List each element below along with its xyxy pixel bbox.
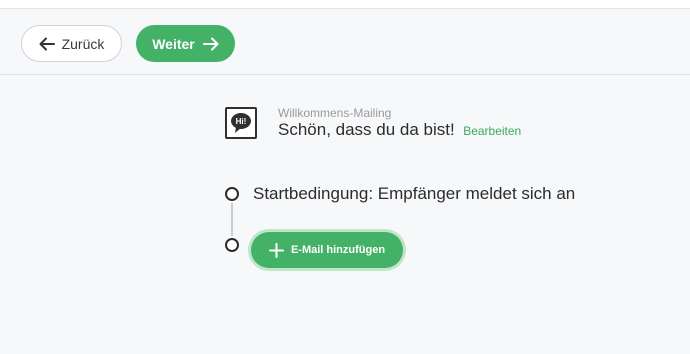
- edit-link[interactable]: Bearbeiten: [463, 124, 521, 138]
- next-button-label: Weiter: [152, 35, 195, 52]
- mailing-title: Schön, dass du da bist!: [278, 120, 455, 139]
- back-button[interactable]: Zurück: [21, 25, 122, 62]
- arrow-left-icon: [39, 37, 55, 51]
- flow-connector: [231, 203, 233, 236]
- toolbar: Zurück Weiter: [0, 10, 690, 75]
- plus-icon: [268, 242, 284, 258]
- speech-bubble-text: Hi!: [236, 117, 247, 126]
- next-button[interactable]: Weiter: [136, 25, 235, 62]
- speech-bubble-icon: Hi!: [225, 107, 257, 139]
- start-node: [225, 187, 239, 201]
- top-bar: [0, 0, 690, 9]
- mailing-subtitle: Willkommens-Mailing: [278, 106, 392, 120]
- back-button-label: Zurück: [61, 35, 105, 52]
- add-email-button[interactable]: E-Mail hinzufügen: [251, 232, 403, 268]
- mailing-title-row: Schön, dass du da bist! Bearbeiten: [278, 120, 521, 140]
- start-condition: Startbedingung: Empfänger meldet sich an: [253, 184, 576, 203]
- arrow-right-icon: [202, 37, 219, 51]
- add-email-label: E-Mail hinzufügen: [290, 244, 386, 256]
- add-node: [225, 238, 239, 252]
